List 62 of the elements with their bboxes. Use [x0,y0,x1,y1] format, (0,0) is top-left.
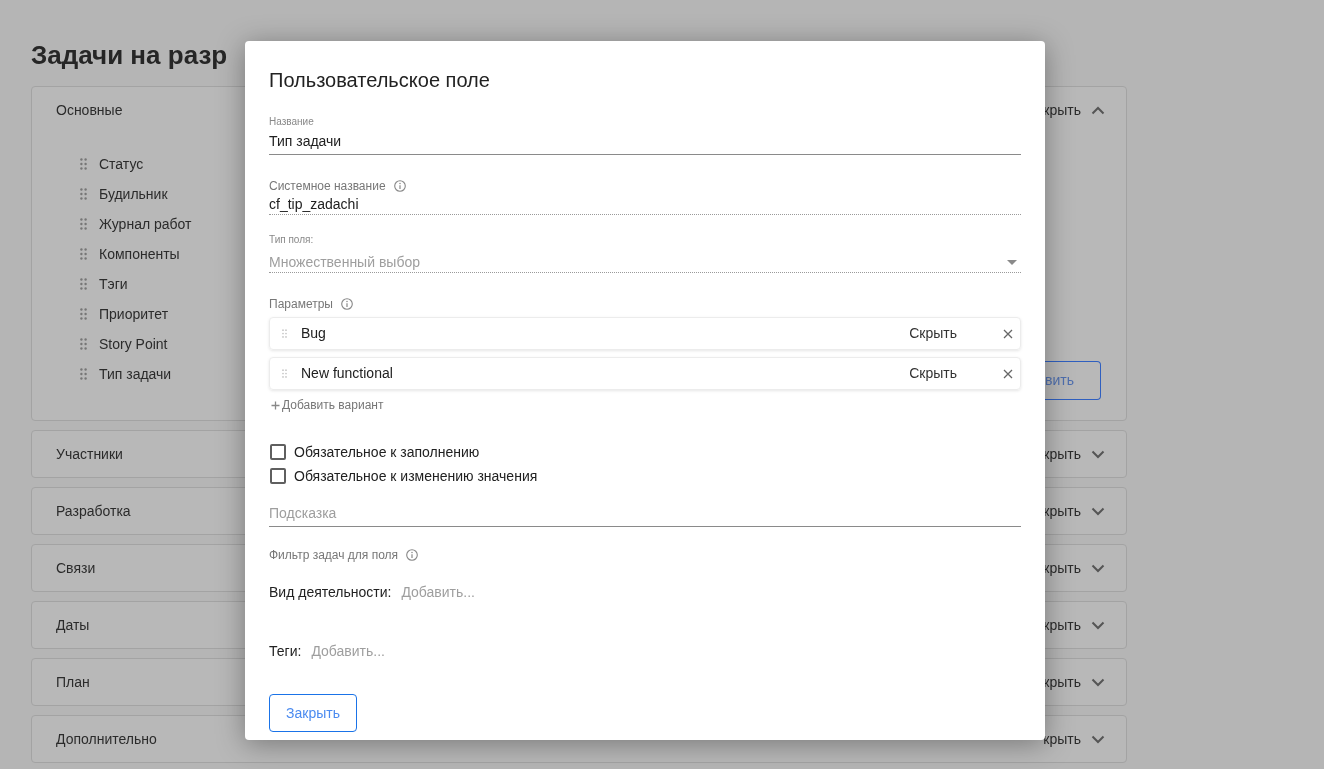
field-item: Компоненты [99,244,180,264]
option-name: New functional [301,364,394,383]
hint-input[interactable]: Подсказка [269,500,1021,527]
field-item: Story Point [99,334,168,354]
checkbox[interactable] [270,468,286,484]
info-icon[interactable] [406,549,419,561]
chevron-down-icon[interactable] [1091,563,1105,573]
section-label: Фильтр задач для поля [269,547,399,563]
field-label: Название [269,116,315,128]
system-name-input[interactable]: cf_tip_zadachi [269,194,1021,215]
drag-handle-icon[interactable] [80,218,87,230]
close-icon[interactable] [1003,328,1013,339]
section-title[interactable]: Разработка [56,500,131,522]
hide-option-button[interactable]: Скрыть [909,363,957,384]
section-title[interactable]: Связи [56,557,96,579]
filter-input[interactable]: Добавить... [311,640,512,662]
page-title: Задачи на разр [31,39,228,71]
drag-handle-icon[interactable] [80,308,87,320]
dialog-title: Пользовательское поле [269,68,491,92]
chevron-down-icon[interactable] [1091,449,1105,459]
checkbox-label: Обязательное к изменению значения [294,466,538,486]
field-item: Тэги [99,274,128,294]
drag-handle-icon[interactable] [80,368,87,380]
drag-handle-icon[interactable] [80,188,87,200]
field-item: Журнал работ [99,214,192,234]
chevron-up-icon[interactable] [1091,105,1105,115]
add-option-button[interactable]: Добавить вариант [269,397,384,413]
toggle-link[interactable]: крыть [1043,728,1081,750]
drag-handle-icon[interactable] [80,338,87,350]
name-input[interactable]: Тип задачи [269,128,1021,155]
close-icon[interactable] [1003,368,1013,379]
field-label: Параметры [269,296,333,312]
field-item: Будильник [99,184,168,204]
chevron-down-icon[interactable] [1091,620,1105,630]
drag-handle-icon[interactable] [282,329,287,338]
field-item: Статус [99,154,144,174]
section-title[interactable]: Дополнительно [56,728,157,750]
section-title[interactable]: Основные [56,99,123,121]
field-label: Системное название [269,178,386,194]
field-item: Приоритет [99,304,169,324]
checkbox-label: Обязательное к заполнению [294,442,480,462]
filter-label: Вид деятельности: [269,582,392,602]
section-title[interactable]: Даты [56,614,90,636]
info-icon[interactable] [340,298,353,310]
drag-handle-icon[interactable] [80,158,87,170]
drag-handle-icon[interactable] [282,369,287,378]
hide-option-button[interactable]: Скрыть [909,323,957,344]
filter-label: Теги: [269,641,302,661]
field-label: Тип поля: [269,234,315,246]
field-item: Тип задачи [99,364,172,384]
chevron-down-icon[interactable] [1091,506,1105,516]
option-name: Bug [301,324,327,343]
filter-input[interactable]: Добавить... [401,581,602,603]
section-title[interactable]: Участники [56,443,123,465]
checkbox[interactable] [270,444,286,460]
chevron-down-icon[interactable] [1091,677,1105,687]
section-title[interactable]: План [56,671,90,693]
drag-handle-icon[interactable] [80,278,87,290]
plus-icon[interactable] [271,400,280,410]
info-icon[interactable] [393,180,406,192]
drag-handle-icon[interactable] [80,248,87,260]
chevron-down-icon[interactable] [1091,734,1105,744]
